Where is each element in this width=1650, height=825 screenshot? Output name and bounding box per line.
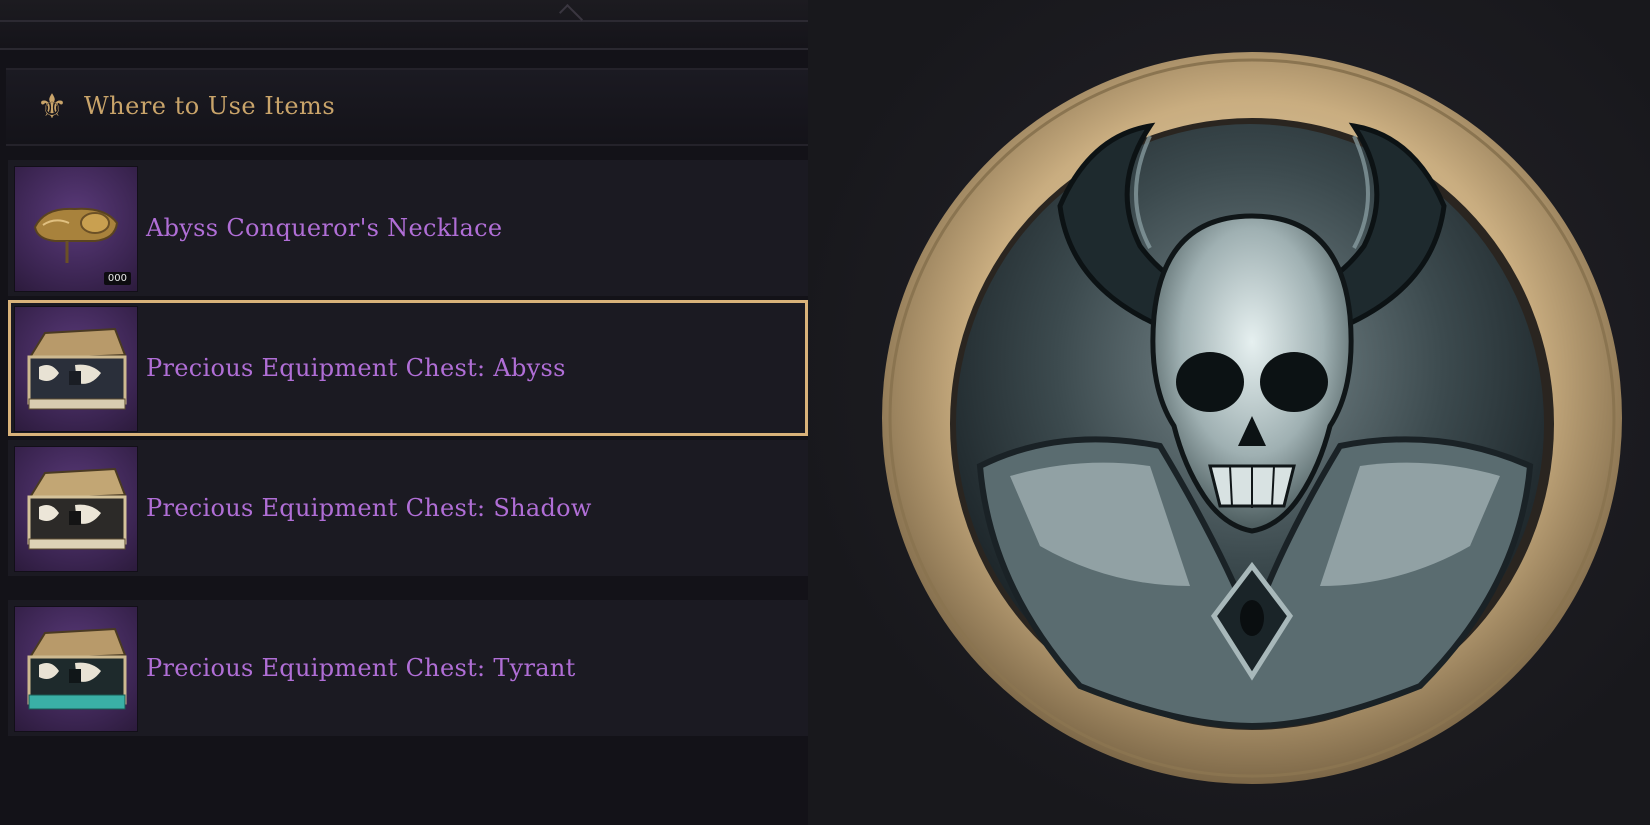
- item-label: Precious Equipment Chest: Tyrant: [146, 654, 576, 682]
- item-preview-area: [808, 0, 1650, 825]
- list-item-chest-abyss[interactable]: Precious Equipment Chest: Abyss: [8, 300, 808, 436]
- panel-title: Where to Use Items: [84, 92, 336, 120]
- panel-top-bar: [0, 0, 808, 50]
- items-panel: ⚜ Where to Use Items 000 Abyss Conqueror…: [0, 0, 808, 825]
- list-item-necklace[interactable]: 000 Abyss Conqueror's Necklace: [8, 160, 808, 296]
- item-label: Precious Equipment Chest: Abyss: [146, 354, 566, 382]
- item-label: Abyss Conqueror's Necklace: [146, 214, 503, 242]
- item-thumbnail: [14, 446, 138, 572]
- list-item-chest-shadow[interactable]: Precious Equipment Chest: Shadow: [8, 440, 808, 576]
- treasure-chest-icon: [27, 327, 127, 410]
- item-thumbnail: [14, 306, 138, 432]
- treasure-chest-icon: [27, 627, 127, 710]
- horned-skull-emblem-icon: [882, 52, 1622, 784]
- item-label: Precious Equipment Chest: Shadow: [146, 494, 592, 522]
- item-count-badge: 000: [103, 272, 131, 285]
- top-bar-divider: [0, 20, 808, 22]
- top-bar-notch: [558, 3, 584, 29]
- panel-header: ⚜ Where to Use Items: [6, 68, 808, 146]
- fleur-de-lis-icon: ⚜: [36, 87, 68, 127]
- item-thumbnail: 000: [14, 166, 138, 292]
- treasure-chest-icon: [27, 467, 127, 550]
- item-thumbnail: [14, 606, 138, 732]
- list-item-chest-tyrant[interactable]: Precious Equipment Chest: Tyrant: [8, 600, 808, 736]
